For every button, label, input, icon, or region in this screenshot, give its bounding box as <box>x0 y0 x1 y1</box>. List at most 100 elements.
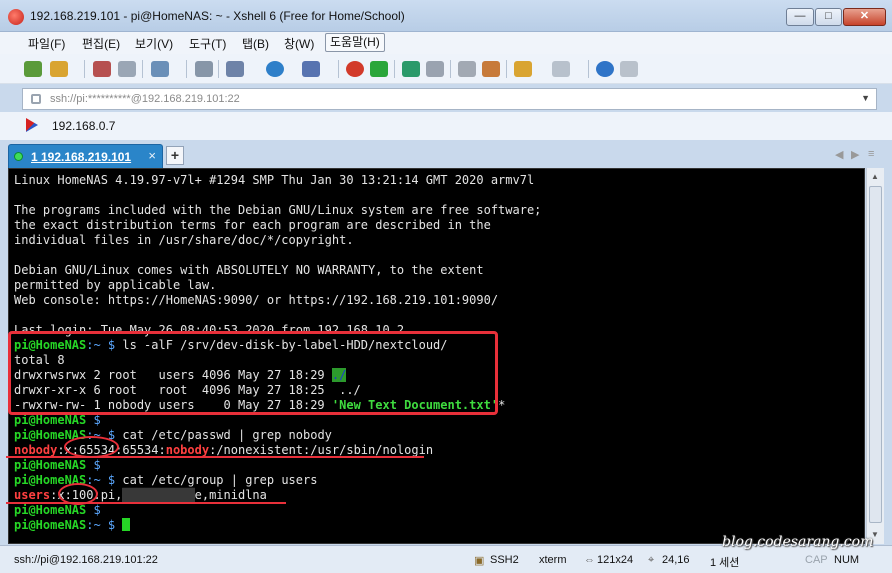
links-bar: 192.168.0.7 <box>0 112 892 140</box>
menu-edit[interactable]: 편집(E) <box>82 35 120 52</box>
close-button[interactable]: ✕ <box>843 8 886 26</box>
toolbar-separator <box>394 60 395 78</box>
connected-status-icon <box>14 152 23 161</box>
status-term: xterm <box>539 554 567 566</box>
status-cap: CAP <box>805 554 828 566</box>
minimize-button[interactable]: — <box>786 8 814 26</box>
terminal-line: Linux HomeNAS 4.19.97-v7l+ #1294 SMP Thu… <box>14 173 535 187</box>
passwd-user: nobody <box>14 443 58 457</box>
highlight-circle <box>64 436 119 458</box>
terminal-line: The programs included with the Debian GN… <box>14 203 542 217</box>
keyboard-icon[interactable] <box>458 61 476 77</box>
vertical-scrollbar[interactable]: ▲ ▼ <box>866 168 884 544</box>
terminal-line: permitted by applicable law. <box>14 278 217 292</box>
transfer-icon[interactable] <box>226 61 244 77</box>
padlock-icon: ▣ <box>474 555 485 567</box>
group-name: users <box>14 488 51 502</box>
toolbar-separator <box>84 60 85 78</box>
highlight-circle <box>58 483 98 505</box>
lock-icon <box>31 94 41 104</box>
menu-tools[interactable]: 도구(T) <box>189 35 226 52</box>
status-connection: ssh://pi@192.168.219.101:22 <box>14 554 158 566</box>
status-sessions: 1 세션 <box>710 557 740 569</box>
new-session-icon[interactable] <box>24 61 42 77</box>
terminal-cursor <box>122 518 131 531</box>
title-bar: 192.168.219.101 - pi@HomeNAS: ~ - Xshell… <box>0 0 892 32</box>
dir-highlight: ./ <box>331 368 347 382</box>
tab-session[interactable]: 1 192.168.219.101 × <box>8 144 163 168</box>
toolbar-separator <box>588 60 589 78</box>
toolbar-separator <box>218 60 219 78</box>
open-folder-icon[interactable] <box>50 61 68 77</box>
disconnect-icon[interactable] <box>118 61 136 77</box>
font-icon[interactable] <box>302 61 320 77</box>
prompt-user: pi@HomeNAS <box>14 338 87 352</box>
cursor-position-icon: ⌖ <box>648 554 655 566</box>
menu-view[interactable]: 보기(V) <box>135 35 173 52</box>
tab-list-icon[interactable]: ≡ <box>868 148 874 160</box>
reconnect-icon[interactable] <box>93 61 111 77</box>
terminal-prompt-line: pi@HomeNAS $ <box>14 458 101 472</box>
scroll-thumb[interactable] <box>869 186 882 523</box>
terminal-area[interactable]: Linux HomeNAS 4.19.97-v7l+ #1294 SMP Thu… <box>8 168 865 544</box>
tab-next-icon[interactable]: ▶ <box>851 148 859 161</box>
terminal-line: Last login: Tue May 26 08:40:53 2020 fro… <box>14 323 405 337</box>
properties-icon[interactable] <box>151 61 169 77</box>
maximize-button[interactable]: □ <box>815 8 842 26</box>
address-bar[interactable]: ssh://pi:**********@192.168.219.101:22 ▼ <box>22 88 877 110</box>
xshell-icon[interactable] <box>346 61 364 77</box>
toolbar-separator <box>186 60 187 78</box>
terminal-prompt-line: pi@HomeNAS $ <box>14 413 101 427</box>
help-icon[interactable] <box>596 61 614 77</box>
toolbar-separator <box>506 60 507 78</box>
layout-icon[interactable] <box>552 61 570 77</box>
new-tab-button[interactable]: + <box>166 146 184 165</box>
prompt-path: :~ $ <box>86 338 116 352</box>
highlight-icon[interactable] <box>482 61 500 77</box>
menu-file[interactable]: 파일(F) <box>28 35 65 52</box>
menu-help[interactable]: 도움말(H) <box>325 33 385 52</box>
status-size: 121x24 <box>597 554 634 566</box>
tab-label: 1 192.168.219.101 <box>31 150 132 164</box>
session-link-icon <box>26 118 38 132</box>
terminal-line: drwxrwsrwx 2 root users 4096 May 27 18:2… <box>14 368 347 382</box>
toolbar-separator <box>450 60 451 78</box>
tab-close-icon[interactable]: × <box>148 148 156 163</box>
chevron-down-icon[interactable]: ▼ <box>861 93 870 103</box>
xshell-app-icon[interactable] <box>8 9 24 25</box>
toolbar <box>0 54 892 84</box>
terminal-line: individual files in /usr/share/doc/*/cop… <box>14 233 354 247</box>
window-title: 192.168.219.101 - pi@HomeNAS: ~ - Xshell… <box>30 9 405 23</box>
tab-strip: 1 192.168.219.101 × + ◀ ▶ ≡ <box>0 142 892 168</box>
terminal-prompt-line: pi@HomeNAS $ <box>14 503 101 517</box>
tab-prev-icon[interactable]: ◀ <box>835 148 843 161</box>
address-text: ssh://pi:**********@192.168.219.101:22 <box>50 93 240 105</box>
menu-bar: 파일(F) 편집(E) 보기(V) 도구(T) 탭(B) 창(W) 도움말(H) <box>0 32 892 54</box>
terminal-line: Debian GNU/Linux comes with ABSOLUTELY N… <box>14 263 484 277</box>
terminal-prompt-line: pi@HomeNAS:~ $ cat /etc/group | grep use… <box>14 473 318 487</box>
find-icon[interactable] <box>195 61 213 77</box>
lock-icon[interactable] <box>426 61 444 77</box>
toolbar-separator <box>338 60 339 78</box>
status-cursor: 24,16 <box>662 554 690 566</box>
add-folder-icon[interactable] <box>514 61 532 77</box>
passwd-name: nobody <box>165 443 210 457</box>
menu-tab[interactable]: 탭(B) <box>242 35 269 52</box>
status-num: NUM <box>834 554 860 566</box>
terminal-line: the exact distribution terms for each pr… <box>14 218 491 232</box>
scroll-up-icon[interactable]: ▲ <box>871 172 879 181</box>
terminal-prompt-line: pi@HomeNAS:~ $ <box>14 518 131 533</box>
menu-window[interactable]: 창(W) <box>284 35 314 52</box>
globe-icon[interactable] <box>266 61 284 77</box>
session-link[interactable]: 192.168.0.7 <box>52 119 115 133</box>
terminal-prompt-line: pi@HomeNAS:~ $ ls -alF /srv/dev-disk-by-… <box>14 338 448 353</box>
highlight-underline <box>6 502 286 504</box>
highlight-underline <box>6 456 424 458</box>
fullscreen-icon[interactable] <box>402 61 420 77</box>
terminal-line: drwxr-xr-x 6 root root 4096 May 27 18:25… <box>14 383 361 397</box>
size-icon: ⇔ <box>584 554 595 566</box>
command-text: ls -alF /srv/dev-disk-by-label-HDD/nextc… <box>115 338 448 352</box>
xftp-icon[interactable] <box>370 61 388 77</box>
terminal-prompt-line: pi@HomeNAS:~ $ cat /etc/passwd | grep no… <box>14 428 332 442</box>
chat-icon[interactable] <box>620 61 638 77</box>
